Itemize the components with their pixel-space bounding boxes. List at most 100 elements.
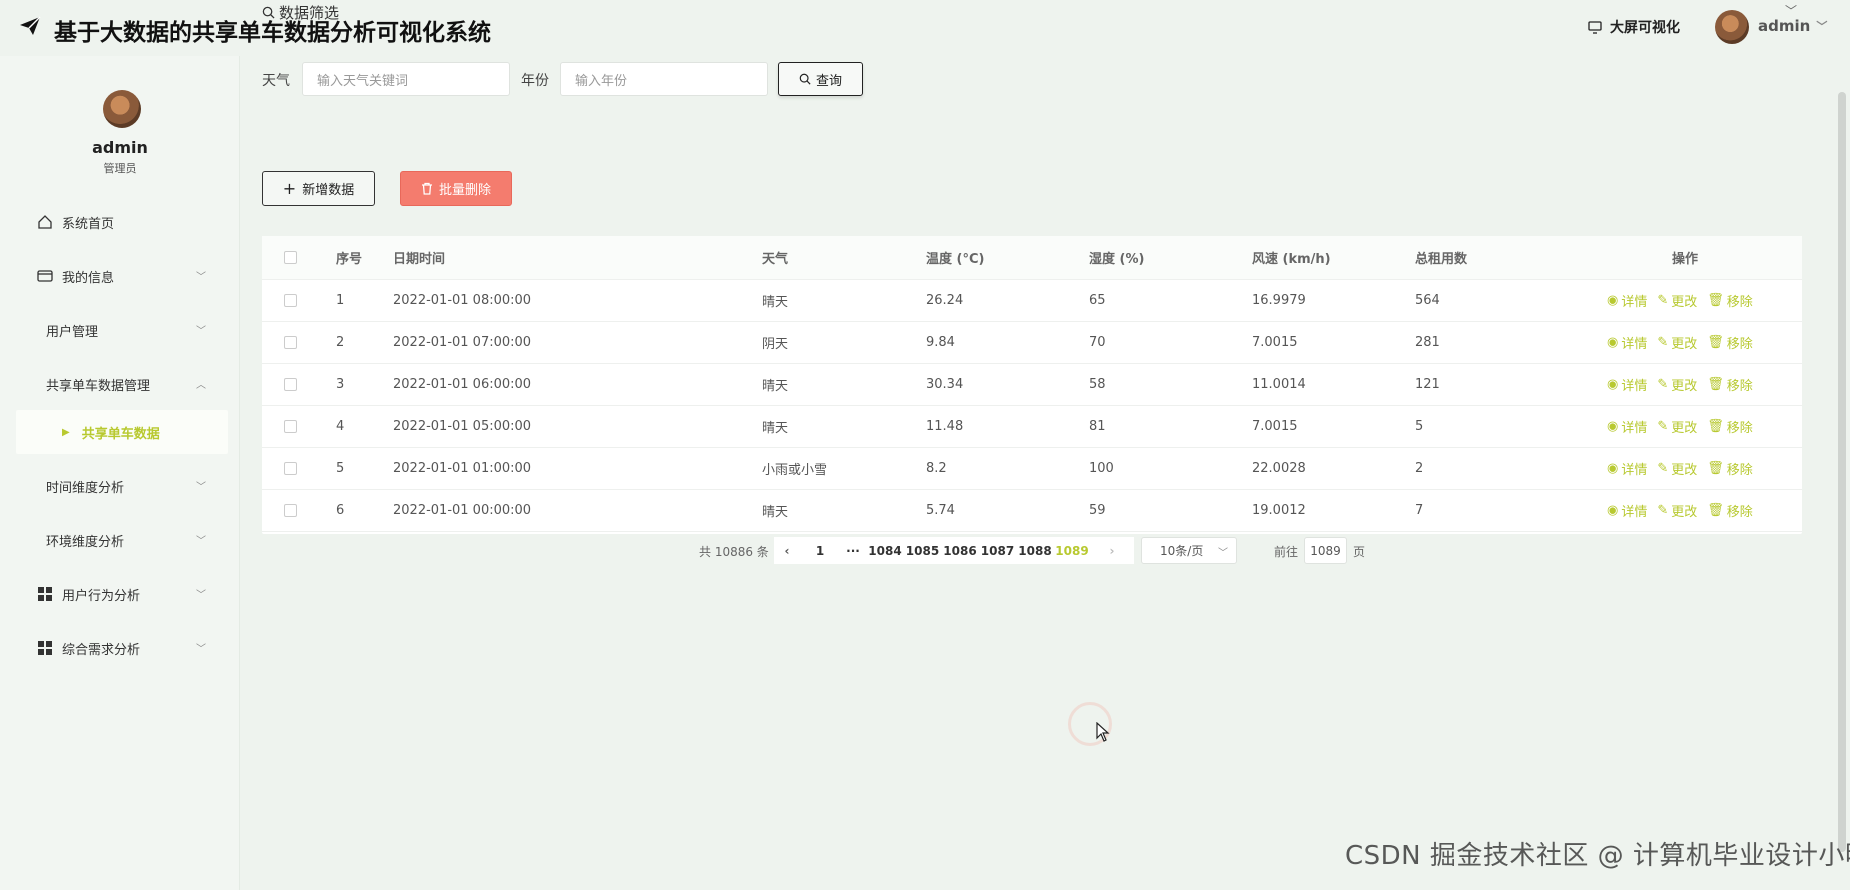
remove-button[interactable]: 🗑 移除 bbox=[1707, 417, 1753, 436]
detail-button[interactable]: ◉ 详情 bbox=[1607, 291, 1647, 310]
table-row: 1 2022-01-01 08:00:00 晴天 26.24 65 16.9979 564 ◉… bbox=[262, 280, 1802, 322]
table-cell-humidity: 59 bbox=[1089, 503, 1106, 518]
edit-button[interactable]: ✎ 更改 bbox=[1657, 459, 1697, 478]
sidebar-item-label: 用户管理 bbox=[46, 324, 99, 340]
query-button[interactable]: 查询 bbox=[778, 62, 863, 96]
batch-delete-label: 批量删除 bbox=[438, 183, 491, 198]
edit-label: 更改 bbox=[1671, 337, 1698, 352]
page-number-current[interactable]: 1089 bbox=[1054, 544, 1090, 558]
column-header: 天气 bbox=[762, 252, 789, 267]
table-cell-weather: 晴天 bbox=[762, 295, 789, 310]
user-menu[interactable]: admin ﹀ bbox=[1758, 17, 1827, 35]
page-number[interactable]: 1 bbox=[800, 544, 840, 558]
edit-button[interactable]: ✎ 更改 bbox=[1657, 291, 1697, 310]
eye-icon: ◉ bbox=[1607, 377, 1619, 392]
sidebar-item-demand-analysis[interactable]: 综合需求分析 ﹀ bbox=[16, 628, 228, 668]
bigscreen-link[interactable]: 大屏可视化 bbox=[1588, 17, 1680, 37]
sidebar-item-label: 我的信息 bbox=[62, 270, 115, 286]
row-checkbox[interactable] bbox=[284, 378, 297, 391]
goto-label: 前往 bbox=[1274, 545, 1299, 559]
scrollbar[interactable] bbox=[1838, 92, 1846, 852]
page-ellipsis[interactable]: ··· bbox=[840, 544, 866, 558]
row-checkbox[interactable] bbox=[284, 336, 297, 349]
detail-button[interactable]: ◉ 详情 bbox=[1607, 459, 1647, 478]
goto-page-input[interactable]: 1089 bbox=[1304, 537, 1347, 564]
detail-button[interactable]: ◉ 详情 bbox=[1607, 417, 1647, 436]
edit-icon: ✎ bbox=[1657, 293, 1669, 308]
page-number[interactable]: 1088 bbox=[1016, 544, 1054, 558]
table-cell-weather: 晴天 bbox=[762, 421, 789, 436]
table-cell-wind: 11.0014 bbox=[1252, 377, 1306, 392]
year-search-input[interactable]: 输入年份 bbox=[560, 62, 768, 96]
row-checkbox[interactable] bbox=[284, 294, 297, 307]
table-cell-wind: 7.0015 bbox=[1252, 419, 1298, 434]
sidebar-item-time-analysis[interactable]: 时间维度分析 ﹀ bbox=[16, 466, 228, 506]
grid-icon bbox=[36, 639, 54, 657]
header-avatar[interactable] bbox=[1715, 10, 1749, 44]
detail-label: 详情 bbox=[1621, 505, 1648, 520]
page-number[interactable]: 1084 bbox=[866, 544, 904, 558]
row-actions: ◉ 详情 ✎ 更改 🗑 移除 bbox=[1607, 280, 1753, 321]
sidebar-item-behavior-analysis[interactable]: 用户行为分析 ﹀ bbox=[16, 574, 228, 614]
sidebar-item-label: 共享单车数据 bbox=[81, 426, 160, 442]
sidebar: admin 管理员 系统首页 我的信息 ﹀ 用户管理 ﹀ 共享单车数据管理 ︿ … bbox=[0, 56, 240, 890]
detail-button[interactable]: ◉ 详情 bbox=[1607, 375, 1647, 394]
detail-button[interactable]: ◉ 详情 bbox=[1607, 333, 1647, 352]
sidebar-item-home[interactable]: 系统首页 bbox=[16, 202, 228, 242]
chevron-right-icon[interactable]: › bbox=[1090, 544, 1134, 558]
chevron-left-icon[interactable]: ‹ bbox=[774, 544, 800, 558]
table-cell-rentals: 121 bbox=[1415, 377, 1440, 392]
sidebar-item-my-info[interactable]: 我的信息 ﹀ bbox=[16, 256, 228, 296]
weather-search-input[interactable]: 输入天气关键词 bbox=[302, 62, 510, 96]
edit-button[interactable]: ✎ 更改 bbox=[1657, 417, 1697, 436]
batch-delete-button[interactable]: 批量删除 bbox=[400, 171, 512, 206]
row-actions: ◉ 详情 ✎ 更改 🗑 移除 bbox=[1607, 406, 1753, 447]
table-cell-idx: 6 bbox=[336, 503, 345, 518]
edit-button[interactable]: ✎ 更改 bbox=[1657, 501, 1697, 520]
table-cell-temp: 9.84 bbox=[926, 335, 955, 350]
sidebar-user-name: admin bbox=[92, 138, 148, 157]
table-cell-rentals: 2 bbox=[1415, 461, 1424, 476]
sidebar-item-env-analysis[interactable]: 环境维度分析 ﹀ bbox=[16, 520, 228, 560]
page-number[interactable]: 1085 bbox=[904, 544, 941, 558]
page-size-value: 10条/页 bbox=[1160, 544, 1204, 558]
edit-button[interactable]: ✎ 更改 bbox=[1657, 375, 1697, 394]
table-cell-wind: 22.0028 bbox=[1252, 461, 1306, 476]
sidebar-item-users[interactable]: 用户管理 ﹀ bbox=[16, 310, 228, 350]
remove-button[interactable]: 🗑 移除 bbox=[1707, 501, 1753, 520]
column-header: 总租用数 bbox=[1415, 252, 1468, 267]
column-header: 风速 (km/h) bbox=[1252, 252, 1331, 267]
remove-button[interactable]: 🗑 移除 bbox=[1707, 291, 1753, 310]
edit-button[interactable]: ✎ 更改 bbox=[1657, 333, 1697, 352]
table-row: 4 2022-01-01 05:00:00 晴天 11.48 81 7.0015 5 ◉ 详情 ✎… bbox=[262, 406, 1802, 448]
add-data-button[interactable]: + 新增数据 bbox=[262, 171, 375, 206]
remove-button[interactable]: 🗑 移除 bbox=[1707, 333, 1753, 352]
detail-label: 详情 bbox=[1621, 421, 1648, 436]
remove-label: 移除 bbox=[1726, 379, 1753, 394]
remove-button[interactable]: 🗑 移除 bbox=[1707, 459, 1753, 478]
sidebar-item-bike-data-mgmt[interactable]: 共享单车数据管理 ︿ bbox=[16, 364, 228, 404]
trash-icon: 🗑 bbox=[1707, 461, 1724, 476]
eye-icon: ◉ bbox=[1607, 293, 1619, 308]
column-header: 湿度 (%) bbox=[1089, 252, 1145, 267]
page-number[interactable]: 1087 bbox=[979, 544, 1016, 558]
detail-button[interactable]: ◉ 详情 bbox=[1607, 501, 1647, 520]
page-number[interactable]: 1086 bbox=[941, 544, 979, 558]
table-cell-weather: 晴天 bbox=[762, 505, 789, 520]
remove-label: 移除 bbox=[1726, 295, 1753, 310]
table-row: 5 2022-01-01 01:00:00 小雨或小雪 8.2 100 22.0028 2 ◉… bbox=[262, 448, 1802, 490]
query-button-label: 查询 bbox=[815, 73, 842, 89]
edit-label: 更改 bbox=[1671, 295, 1698, 310]
row-checkbox[interactable] bbox=[284, 504, 297, 517]
chevron-down-icon: ﹀ bbox=[1218, 548, 1228, 559]
page-size-select[interactable]: 10条/页 ﹀ bbox=[1141, 537, 1237, 564]
top-header: 基于大数据的共享单车数据分析可视化系统 数据筛选 大屏可视化 ﹀ admin ﹀ bbox=[0, 0, 1850, 56]
row-checkbox[interactable] bbox=[284, 420, 297, 433]
row-checkbox[interactable] bbox=[284, 462, 297, 475]
select-all-checkbox[interactable] bbox=[284, 251, 297, 264]
remove-button[interactable]: 🗑 移除 bbox=[1707, 375, 1753, 394]
wallet-icon bbox=[36, 267, 54, 285]
sidebar-item-bike-data[interactable]: ▶ 共享单车数据 bbox=[16, 410, 228, 454]
add-data-label: 新增数据 bbox=[302, 183, 355, 198]
bigscreen-label: 大屏可视化 bbox=[1610, 20, 1680, 36]
